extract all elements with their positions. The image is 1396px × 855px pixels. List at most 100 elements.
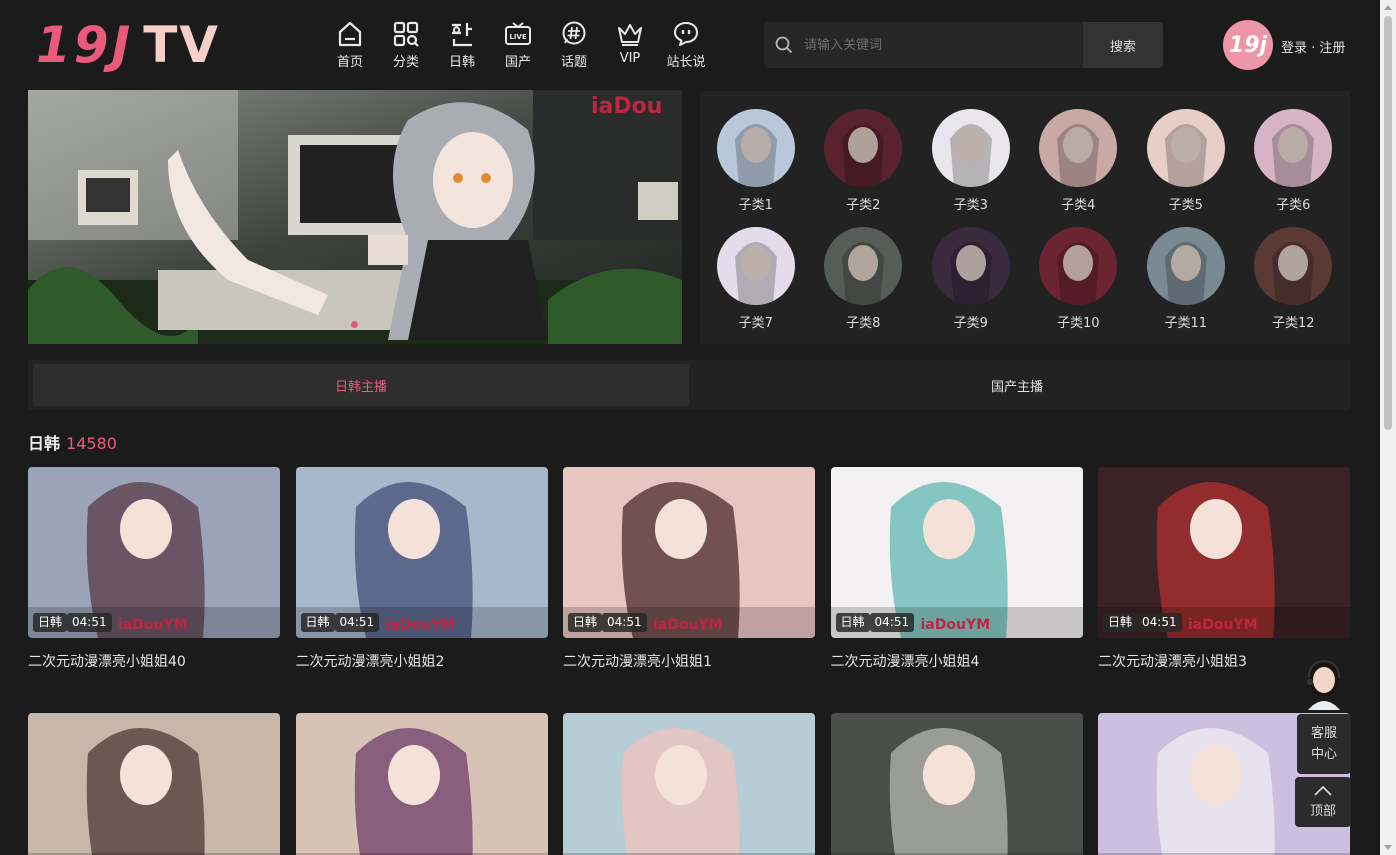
nav-topics[interactable]: 话题 [546,20,602,70]
customer-service-button[interactable]: 客服 中心 [1297,714,1351,774]
video-thumbnail[interactable]: 日韩 04:51 iaDouYM [830,467,1083,638]
video-card[interactable] [563,713,815,855]
video-title[interactable]: 二次元动漫漂亮小姐姐1 [563,651,815,671]
category-label: 子类2 [846,198,881,213]
category-label: 子类11 [1164,316,1208,331]
nav-label: 首页 [336,55,363,70]
video-title[interactable]: 二次元动漫漂亮小姐姐4 [831,651,1083,671]
video-thumbnail[interactable] [295,713,548,855]
category-item[interactable]: 子类2 [810,109,918,213]
nav-jp-kr[interactable]: 日韩 [434,20,490,70]
category-thumbnail [1039,227,1118,305]
category-item[interactable]: 子类10 [1025,227,1133,331]
video-thumbnail[interactable]: 日韩 04:51 iaDouYM [1098,467,1350,638]
category-item[interactable]: 子类6 [1240,109,1348,213]
category-item[interactable]: 子类1 [702,109,810,213]
avatar[interactable]: 19j [1223,20,1273,70]
category-item[interactable]: 子类8 [810,227,918,331]
hashtag-icon [560,20,588,48]
category-badge: 日韩 [1103,613,1138,632]
category-thumbnail [1254,227,1333,305]
category-thumbnail [824,109,903,187]
svg-text:LIVE: LIVE [509,33,526,41]
duration-badge: 04:51 [67,613,112,632]
video-thumbnail[interactable] [28,713,280,855]
scroll-down-arrow-icon[interactable] [1384,845,1392,850]
logo-sub-text: TV [143,16,220,74]
category-item[interactable]: 子类11 [1132,227,1240,331]
hangul-icon [448,20,476,48]
support-label-2: 中心 [1310,747,1337,762]
crown-icon [616,20,644,48]
customer-service-widget[interactable]: 客服 中心 [1297,652,1351,774]
page-scrollbar[interactable] [1380,0,1396,855]
nav-vip[interactable]: VIP [602,20,658,70]
hero-banner[interactable]: iaDou [28,90,682,344]
duration-badge: 04:51 [869,613,915,632]
nav-categories[interactable]: 分类 [378,20,434,70]
section-count: 14580 [66,434,117,453]
video-thumbnail[interactable]: 日韩 04:51 iaDouYM [563,467,815,638]
thumbnail-watermark: iaDouYM [385,617,456,633]
search-icon [764,22,804,68]
tab-jp-kr-streamers[interactable]: 日韩主播 [33,364,689,406]
video-card[interactable]: 日韩 04:51 iaDouYM 二次元动漫漂亮小姐姐3 [1098,467,1350,671]
category-item[interactable]: 子类4 [1025,109,1133,213]
video-thumbnail[interactable] [830,713,1083,855]
streamer-tabs: 日韩主播 国产主播 [28,360,1350,410]
nav-domestic[interactable]: LIVE 国产 [490,20,546,70]
nav-home[interactable]: 首页 [322,20,378,70]
video-thumbnail[interactable] [563,713,815,855]
search-input[interactable] [804,22,1083,68]
category-badge: 日韩 [835,613,870,632]
video-card[interactable]: 日韩 04:51 iaDouYM 二次元动漫漂亮小姐姐4 [830,467,1083,671]
section-title-text: 日韩 [28,434,61,453]
main-nav: 首页 分类 日韩 LIVE 国产 话题 VIP 站长说 [322,20,714,70]
video-grid-row-1: 日韩 04:51 iaDouYM 二次元动漫漂亮小姐姐40 日韩 04:51 iaDouYM… [28,467,1350,671]
search-button[interactable]: 搜索 [1083,22,1163,68]
category-thumbnail [1039,109,1118,187]
site-logo[interactable]: 19J TV [36,16,220,74]
category-label: 子类5 [1168,198,1203,213]
category-badge: 日韩 [300,613,335,632]
site-header: 19J TV 首页 分类 日韩 LIVE 国产 话题 VIP 站长说 请输入关键… [0,0,1380,90]
video-thumbnail[interactable]: 日韩 04:51 iaDouYM [28,467,280,638]
category-thumbnail [716,109,795,187]
duration-badge: 04:51 [1137,613,1182,632]
video-card[interactable]: 日韩 04:51 iaDouYM 二次元动漫漂亮小姐姐40 [28,467,280,671]
video-card[interactable]: 日韩 04:51 iaDouYM 二次元动漫漂亮小姐姐2 [295,467,548,671]
tab-domestic-streamers[interactable]: 国产主播 [689,364,1345,406]
category-label: 子类1 [738,198,773,213]
category-thumbnail [1254,109,1333,187]
category-item[interactable]: 子类12 [1240,227,1348,331]
nav-owner-says[interactable]: 站长说 [658,20,714,70]
category-panel: 子类1 子类2 子类3 子类4 子类5 子类6 子类7 子类8 子类9 子类10 子类11 子类12 [700,91,1350,344]
video-card[interactable] [28,713,280,855]
logo-main-text: 19J [36,16,134,74]
login-register-link[interactable]: 登录 · 注册 [1281,37,1345,56]
category-item[interactable]: 子类9 [917,227,1025,331]
category-item[interactable]: 子类5 [1132,109,1240,213]
thumbnail-watermark: iaDouYM [653,617,723,633]
category-label: 子类10 [1056,316,1100,331]
category-item[interactable]: 子类7 [702,227,810,331]
section-title: 日韩 14580 [28,430,117,454]
banner-pager-dot[interactable] [351,321,358,328]
back-to-top-button[interactable]: 顶部 [1295,777,1351,827]
support-agent-avatar [1307,659,1340,710]
nav-label: 日韩 [448,55,475,70]
category-label: 子类4 [1061,198,1096,213]
category-thumbnail [824,227,903,305]
video-card[interactable] [295,713,548,855]
video-title[interactable]: 二次元动漫漂亮小姐姐40 [28,651,280,671]
category-item[interactable]: 子类3 [917,109,1025,213]
video-card[interactable]: 日韩 04:51 iaDouYM 二次元动漫漂亮小姐姐1 [563,467,815,671]
live-tv-icon: LIVE [504,20,532,48]
scrollbar-thumb[interactable] [1384,16,1392,430]
video-thumbnail[interactable]: 日韩 04:51 iaDouYM [295,467,548,638]
back-to-top-label: 顶部 [1309,804,1336,819]
video-card[interactable] [830,713,1083,855]
category-label: 子类8 [846,316,881,331]
video-title[interactable]: 二次元动漫漂亮小姐姐2 [296,651,548,671]
scroll-up-arrow-icon[interactable] [1384,5,1392,10]
